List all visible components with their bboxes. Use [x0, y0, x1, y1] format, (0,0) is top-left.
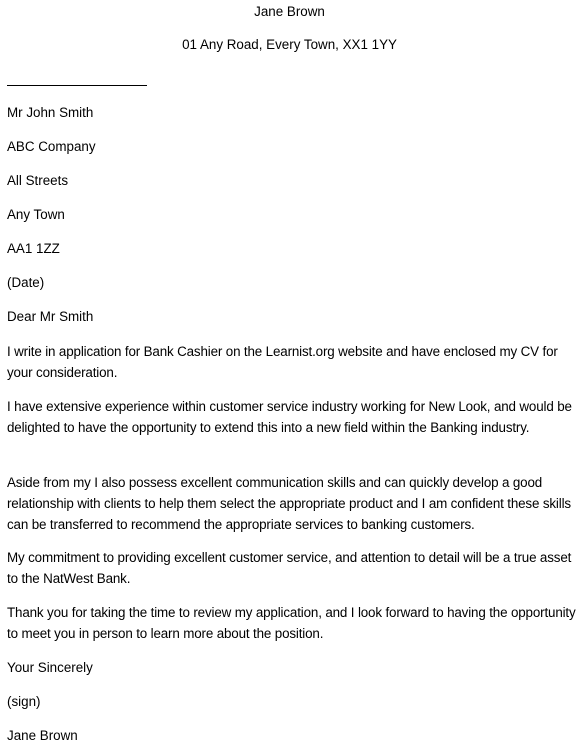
- salutation: Dear Mr Smith: [7, 309, 94, 324]
- divider-line: [7, 85, 147, 86]
- recipient-postcode: AA1 1ZZ: [7, 241, 60, 256]
- letter-date: (Date): [7, 275, 45, 290]
- paragraph-experience: I have extensive experience within custo…: [7, 399, 572, 435]
- recipient-name: Mr John Smith: [7, 105, 94, 120]
- signature: (sign): [7, 694, 41, 709]
- recipient-company: ABC Company: [7, 139, 96, 154]
- signoff-name: Jane Brown: [7, 728, 78, 743]
- recipient-town: Any Town: [7, 207, 65, 222]
- paragraph-skills: Aside from my I also possess excellent c…: [7, 475, 571, 532]
- paragraph-commitment: My commitment to providing excellent cus…: [7, 550, 572, 586]
- recipient-street: All Streets: [7, 173, 69, 188]
- paragraph-thanks: Thank you for taking the time to review …: [7, 605, 576, 641]
- closing: Your Sincerely: [7, 660, 93, 675]
- sender-address: 01 Any Road, Every Town, XX1 1YY: [182, 37, 397, 52]
- sender-name: Jane Brown: [254, 4, 325, 19]
- paragraph-intro: I write in application for Bank Cashier …: [7, 344, 558, 380]
